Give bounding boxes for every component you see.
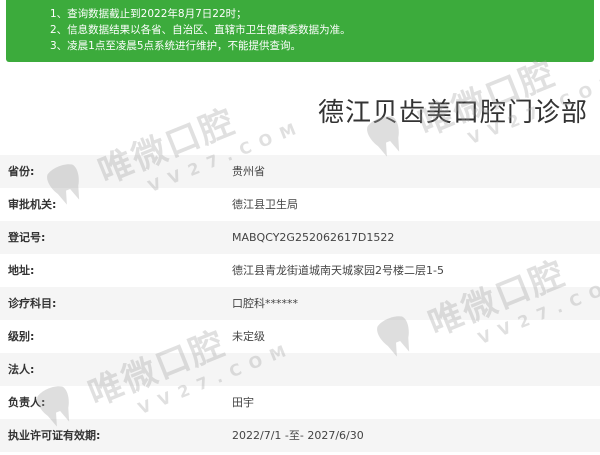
row-approval-authority: 审批机关: 德江县卫生局 — [0, 188, 600, 221]
row-value: 贵州省 — [232, 165, 265, 178]
row-label: 登记号: — [8, 231, 46, 244]
notice-line-2: 2、信息数据结果以各省、自治区、直辖市卫生健康委数据为准。 — [50, 24, 351, 36]
row-registration-number: 登记号: MABQCY2G252062617D1522 — [0, 221, 600, 254]
row-value: 2022/7/1 -至- 2027/6/30 — [232, 429, 364, 442]
row-label: 审批机关: — [8, 198, 57, 211]
row-label: 负责人: — [8, 396, 46, 409]
notice-line-3: 3、凌晨1点至凌晨5点系统进行维护，不能提供查询。 — [50, 40, 302, 52]
row-label: 省份: — [8, 165, 35, 178]
row-value: 口腔科****** — [232, 297, 298, 310]
row-departments: 诊疗科目: 口腔科****** — [0, 287, 600, 320]
row-license-validity: 执业许可证有效期: 2022/7/1 -至- 2027/6/30 — [0, 419, 600, 452]
row-label: 法人: — [8, 363, 35, 376]
row-legal-person: 法人: — [0, 353, 600, 386]
row-label: 地址: — [8, 264, 35, 277]
row-value: 德江县卫生局 — [232, 198, 298, 211]
row-value: 田宇 — [232, 396, 254, 409]
row-label: 诊疗科目: — [8, 297, 57, 310]
row-value: 德江县青龙街道城南天城家园2号楼二层1-5 — [232, 264, 444, 277]
row-label: 执业许可证有效期: — [8, 429, 101, 442]
row-level: 级别: 未定级 — [0, 320, 600, 353]
info-table: 省份: 贵州省 审批机关: 德江县卫生局 登记号: MABQCY2G252062… — [0, 155, 600, 452]
row-province: 省份: 贵州省 — [0, 155, 600, 188]
row-address: 地址: 德江县青龙街道城南天城家园2号楼二层1-5 — [0, 254, 600, 287]
notice-banner: 1、查询数据截止到2022年8月7日22时； 2、信息数据结果以各省、自治区、直… — [6, 0, 594, 62]
row-value: MABQCY2G252062617D1522 — [232, 231, 395, 244]
row-label: 级别: — [8, 330, 35, 343]
row-value: 未定级 — [232, 330, 265, 343]
page-title: 德江贝齿美口腔门诊部 — [317, 98, 588, 128]
title-area: 德江贝齿美口腔门诊部 — [0, 62, 600, 155]
row-person-in-charge: 负责人: 田宇 — [0, 386, 600, 419]
notice-line-1: 1、查询数据截止到2022年8月7日22时； — [50, 8, 247, 20]
